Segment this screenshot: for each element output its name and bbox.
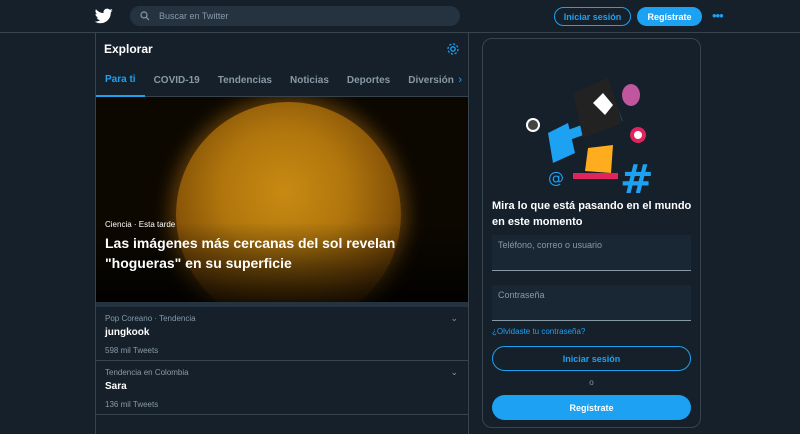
signup-panel: # @ Mira lo que está pasando en el mundo… — [482, 38, 701, 428]
collage-illustration: # @ — [526, 78, 654, 203]
twitter-logo-icon[interactable] — [95, 8, 113, 24]
phone-email-label: Teléfono, correo o usuario — [498, 240, 603, 250]
explore-header: Explorar — [96, 33, 468, 65]
explore-tabs: Para ti COVID-19 Tendencias Noticias Dep… — [96, 65, 468, 97]
search-box[interactable] — [130, 6, 460, 26]
trend-item[interactable]: Tendencia en Colombia Sara 136 mil Tweet… — [96, 361, 468, 415]
phone-email-field[interactable]: Teléfono, correo o usuario — [492, 235, 691, 271]
svg-text:#: # — [620, 157, 654, 203]
tab-noticias[interactable]: Noticias — [281, 65, 338, 97]
panel-signup-button[interactable]: Regístrate — [492, 395, 691, 420]
search-input[interactable] — [159, 11, 439, 21]
more-options-icon[interactable]: ••• — [712, 8, 724, 23]
login-button[interactable]: Iniciar sesión — [554, 7, 631, 26]
tab-covid-19[interactable]: COVID-19 — [145, 65, 209, 97]
trend-item[interactable]: Pop Coreano · Tendencia jungkook 598 mil… — [96, 307, 468, 361]
panel-title: Mira lo que está pasando en el mundo en … — [492, 200, 692, 228]
forgot-password-link[interactable]: ¿Olvidaste tu contraseña? — [492, 327, 585, 336]
trend-name: Sara — [105, 381, 127, 392]
chevron-down-icon[interactable]: ⌄ — [450, 367, 458, 378]
chevron-down-icon[interactable]: ⌄ — [450, 313, 458, 324]
password-label: Contraseña — [498, 290, 545, 300]
explore-column: Explorar Para ti COVID-19 Tendencias Not… — [95, 33, 469, 434]
panel-login-button[interactable]: Iniciar sesión — [492, 346, 691, 371]
trend-count: 136 mil Tweets — [105, 400, 159, 409]
tab-deportes[interactable]: Deportes — [338, 65, 399, 97]
trend-category: Tendencia en Colombia — [105, 368, 189, 377]
signup-button[interactable]: Regístrate — [637, 7, 702, 26]
svg-text:@: @ — [548, 168, 564, 187]
page-title: Explorar — [104, 42, 153, 56]
trend-category: Pop Coreano · Tendencia — [105, 314, 196, 323]
top-bar: Iniciar sesión Regístrate ••• — [0, 0, 800, 33]
password-field[interactable]: Contraseña — [492, 285, 691, 321]
gear-icon[interactable] — [446, 42, 460, 56]
password-input[interactable] — [498, 305, 685, 315]
or-divider: o — [589, 378, 594, 387]
trend-count: 598 mil Tweets — [105, 346, 159, 355]
trend-name: jungkook — [105, 327, 150, 338]
tab-para-ti[interactable]: Para ti — [96, 65, 145, 97]
hero-title[interactable]: Las imágenes más cercanas del sol revela… — [105, 233, 455, 273]
hero-story[interactable]: Ciencia · Esta tarde Las imágenes más ce… — [96, 97, 468, 307]
hero-meta: Ciencia · Esta tarde — [105, 220, 176, 229]
search-icon — [140, 11, 150, 21]
tab-diversion[interactable]: Diversión — [399, 65, 463, 97]
tab-tendencias[interactable]: Tendencias — [209, 65, 281, 97]
chevron-right-icon[interactable]: › — [458, 74, 462, 86]
phone-email-input[interactable] — [498, 255, 685, 265]
